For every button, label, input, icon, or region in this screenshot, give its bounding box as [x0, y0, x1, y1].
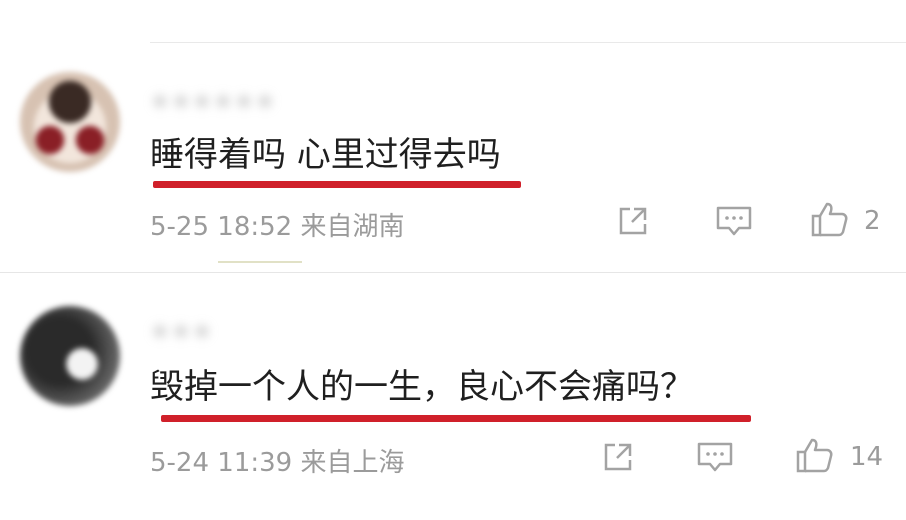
- comment-icon[interactable]: [696, 440, 734, 476]
- comment-meta: 5-24 11:39 来自上海: [150, 448, 405, 478]
- highlight-underline: [153, 181, 521, 188]
- avatar[interactable]: [20, 72, 120, 172]
- highlight-underline: [161, 415, 751, 422]
- share-icon[interactable]: [601, 440, 637, 474]
- comment-text: 毁掉一个人的一生，良心不会痛吗？: [150, 367, 694, 407]
- like-count: 2: [864, 206, 881, 236]
- share-icon[interactable]: [616, 204, 652, 238]
- like-count: 14: [850, 442, 884, 472]
- comment-icon[interactable]: [715, 204, 753, 240]
- username-blurred[interactable]: ＊＊＊＊＊＊: [150, 86, 276, 115]
- top-divider: [150, 42, 906, 43]
- avatar[interactable]: [20, 306, 120, 406]
- comment-meta: 5-25 18:52 来自湖南: [150, 212, 405, 242]
- thumbs-up-icon[interactable]: [795, 436, 835, 474]
- comment-divider: [0, 272, 906, 273]
- comment-text: 睡得着吗 心里过得去吗: [150, 135, 501, 175]
- accent-line: [218, 261, 302, 263]
- username-blurred[interactable]: ＊＊＊: [150, 316, 213, 345]
- thumbs-up-icon[interactable]: [810, 200, 850, 238]
